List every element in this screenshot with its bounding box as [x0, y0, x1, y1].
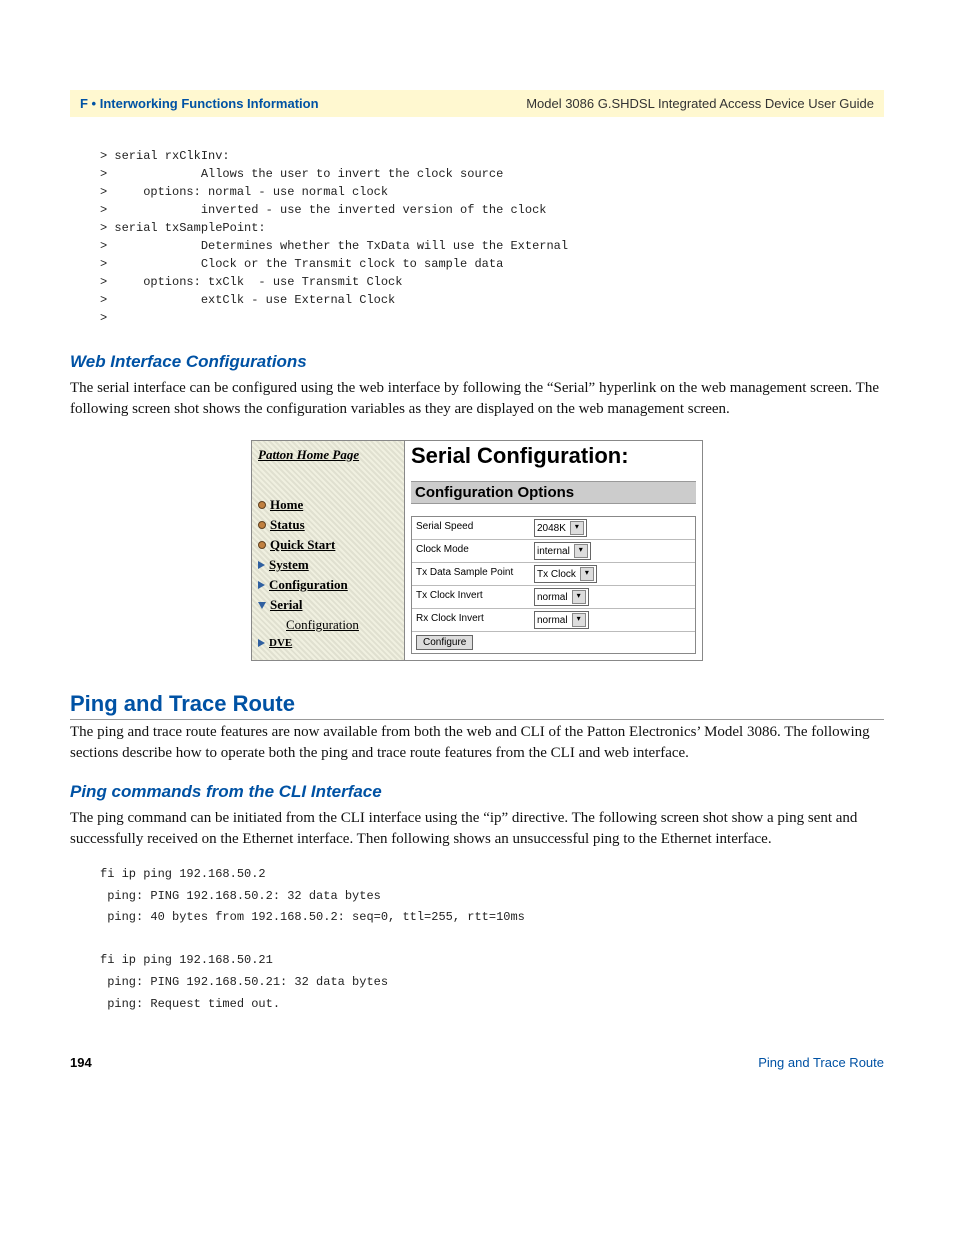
tx-sample-point-select[interactable]: Tx Clock ▾ — [534, 565, 597, 583]
patton-home-link[interactable]: Patton Home Page — [258, 447, 398, 463]
select-value: internal — [537, 546, 570, 557]
tx-clock-invert-select[interactable]: normal ▾ — [534, 588, 589, 606]
rx-clock-invert-select[interactable]: normal ▾ — [534, 611, 589, 629]
nav-label: Status — [270, 517, 305, 533]
bullet-icon — [258, 501, 266, 509]
footer-section: Ping and Trace Route — [758, 1055, 884, 1070]
paragraph-web-interface: The serial interface can be configured u… — [70, 378, 884, 420]
row-tx-clock-invert: Tx Clock Invert normal ▾ — [412, 585, 695, 608]
nav-label: DVE — [269, 637, 292, 649]
configure-button[interactable]: Configure — [416, 635, 473, 650]
nav-label: System — [269, 557, 309, 573]
nav-label: Home — [270, 497, 303, 513]
triangle-right-icon — [258, 639, 265, 647]
serial-speed-select[interactable]: 2048K ▾ — [534, 519, 587, 537]
row-tx-sample-point: Tx Data Sample Point Tx Clock ▾ — [412, 562, 695, 585]
nav-label: Serial — [270, 597, 303, 613]
page-number: 194 — [70, 1055, 92, 1070]
nav-dve[interactable]: DVE — [258, 637, 398, 649]
triangle-right-icon — [258, 581, 265, 589]
select-value: 2048K — [537, 523, 566, 534]
dropdown-arrow-icon: ▾ — [572, 590, 586, 604]
row-clock-mode: Clock Mode internal ▾ — [412, 539, 695, 562]
screenshot-main: Serial Configuration: Configuration Opti… — [405, 441, 702, 660]
heading-ping-trace: Ping and Trace Route — [70, 691, 884, 720]
header-title: Model 3086 G.SHDSL Integrated Access Dev… — [526, 96, 874, 111]
field-label: Tx Clock Invert — [412, 586, 530, 608]
screenshot-sidebar: Patton Home Page Home Status Quick Start… — [252, 441, 405, 660]
dropdown-arrow-icon: ▾ — [570, 521, 584, 535]
subheading-web-interface: Web Interface Configurations — [70, 352, 884, 372]
screenshot-title: Serial Configuration: — [411, 443, 696, 469]
nav-configuration[interactable]: Configuration — [258, 577, 398, 593]
serial-config-screenshot: Patton Home Page Home Status Quick Start… — [251, 440, 703, 661]
paragraph-ping-intro: The ping and trace route features are no… — [70, 722, 884, 764]
clock-mode-select[interactable]: internal ▾ — [534, 542, 591, 560]
bullet-icon — [258, 521, 266, 529]
field-label: Clock Mode — [412, 540, 530, 562]
dropdown-arrow-icon: ▾ — [580, 567, 594, 581]
select-value: normal — [537, 615, 568, 626]
bullet-icon — [258, 541, 266, 549]
page-header: F • Interworking Functions Information M… — [70, 90, 884, 117]
nav-system[interactable]: System — [258, 557, 398, 573]
row-configure-button: Configure — [412, 631, 695, 653]
screenshot-subtitle: Configuration Options — [411, 481, 696, 504]
triangle-down-icon — [258, 602, 266, 609]
page-footer: 194 Ping and Trace Route — [70, 1055, 884, 1070]
header-section: F • Interworking Functions Information — [80, 96, 319, 111]
nav-serial-configuration[interactable]: Configuration — [286, 617, 398, 633]
row-serial-speed: Serial Speed 2048K ▾ — [412, 517, 695, 539]
dropdown-arrow-icon: ▾ — [572, 613, 586, 627]
cli-output-serial: > serial rxClkInv: > Allows the user to … — [100, 147, 884, 327]
triangle-right-icon — [258, 561, 265, 569]
subheading-ping-cli: Ping commands from the CLI Interface — [70, 782, 884, 802]
cli-output-ping: fi ip ping 192.168.50.2 ping: PING 192.1… — [100, 864, 884, 1015]
nav-home[interactable]: Home — [258, 497, 398, 513]
select-value: Tx Clock — [537, 569, 576, 580]
paragraph-ping-cli: The ping command can be initiated from t… — [70, 808, 884, 850]
field-label: Tx Data Sample Point — [412, 563, 530, 585]
nav-serial[interactable]: Serial — [258, 597, 398, 613]
config-table: Serial Speed 2048K▾ Clock Mode internal▾… — [411, 516, 696, 654]
field-label: Rx Clock Invert — [412, 609, 530, 631]
nav-label: Configuration — [269, 577, 348, 593]
select-value: normal — [537, 592, 568, 603]
nav-label: Quick Start — [270, 537, 335, 553]
field-label: Serial Speed — [412, 517, 530, 539]
nav-status[interactable]: Status — [258, 517, 398, 533]
dropdown-arrow-icon: ▾ — [574, 544, 588, 558]
row-rx-clock-invert: Rx Clock Invert normal ▾ — [412, 608, 695, 631]
nav-quick-start[interactable]: Quick Start — [258, 537, 398, 553]
